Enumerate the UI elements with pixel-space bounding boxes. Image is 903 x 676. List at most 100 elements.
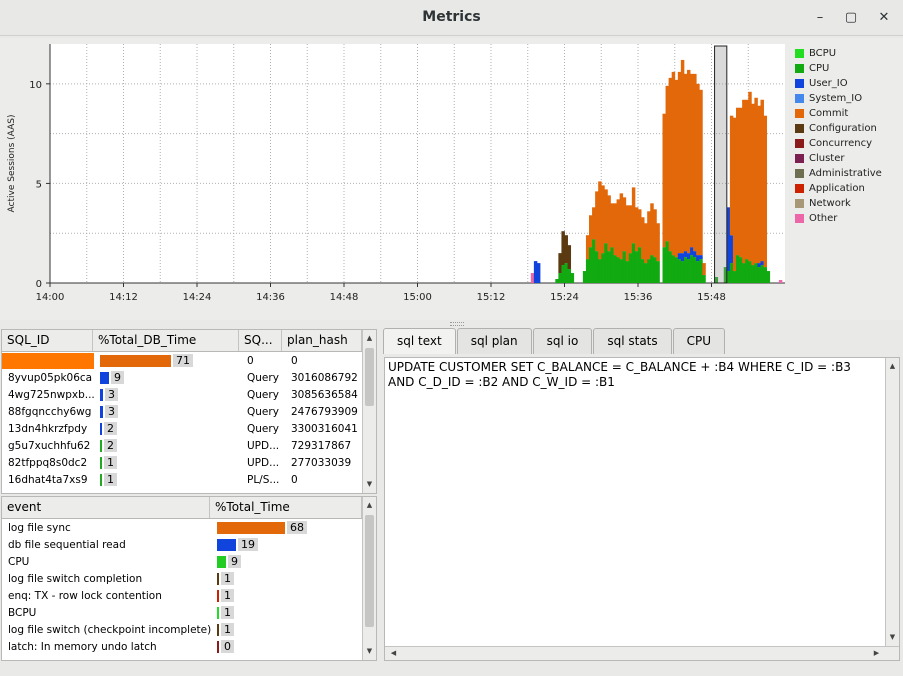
event-table-body: log file sync 68 db file sequential read 19… — [2, 519, 376, 655]
tab-sql-io[interactable]: sql io — [532, 328, 593, 354]
tab-sql-text[interactable]: sql text — [383, 328, 456, 354]
pct-label: 19 — [238, 538, 258, 551]
sql-id-cell: 16dhat4ta7xs9 — [8, 473, 88, 486]
table-row[interactable]: enq: TX - row lock contention 1 — [2, 587, 376, 604]
column-total-time[interactable]: %Total_Time — [210, 497, 362, 518]
scroll-left-icon[interactable]: ◀ — [387, 647, 400, 660]
bar-segment-commit — [622, 197, 627, 252]
column-plan-hash[interactable]: plan_hash — [282, 330, 362, 351]
bar-segment-cpu — [616, 257, 621, 283]
plan-hash-cell: 3300316041 — [291, 422, 358, 435]
table-row[interactable]: latch: In memory undo latch 0 — [2, 638, 376, 655]
legend-swatch — [795, 169, 804, 178]
event-table-scrollbar[interactable]: ▲ ▼ — [362, 497, 376, 660]
legend-swatch — [795, 154, 804, 163]
tab-cpu[interactable]: CPU — [672, 328, 726, 354]
table-row[interactable]: 88fgqncchy6wg 3 Query 2476793909 — [2, 403, 376, 420]
pct-label: 3 — [105, 388, 118, 401]
bar-segment-commit — [631, 187, 636, 244]
chart-canvas[interactable]: 0 5 10 14:00 14:12 14:24 14:36 14:48 15:00 15:12 1… — [0, 38, 790, 320]
table-row[interactable]: 8yvup05pk06ca 9 Query 3016086792 — [2, 369, 376, 386]
tab-sql-stats[interactable]: sql stats — [593, 328, 672, 354]
legend-swatch — [795, 79, 804, 88]
bar-segment-commit — [610, 203, 614, 248]
title-bar: Metrics – ▢ ✕ — [0, 0, 903, 36]
sql-text-pane[interactable]: UPDATE CUSTOMER SET C_BALANCE = C_BALANC… — [384, 357, 900, 661]
bar-segment-cpu — [567, 269, 572, 283]
legend-label: CPU — [809, 63, 830, 74]
scroll-down-icon[interactable]: ▼ — [363, 645, 376, 658]
column-sql-id[interactable]: SQL_ID — [2, 330, 93, 351]
window-title: Metrics — [422, 9, 481, 25]
sql-type-cell: PL/S... — [247, 473, 280, 486]
scroll-up-icon[interactable]: ▲ — [363, 499, 376, 512]
bar-segment-cpu — [674, 257, 679, 283]
legend-item: Commit — [795, 106, 882, 121]
scroll-thumb[interactable] — [365, 348, 374, 406]
table-row[interactable]: 82tfppq8s0dc2 1 UPD... 277033039 — [2, 454, 376, 471]
scroll-thumb[interactable] — [365, 515, 374, 627]
active-sessions-chart[interactable]: 0 5 10 14:00 14:12 14:24 14:36 14:48 15:00 15:12 1… — [0, 38, 903, 320]
scroll-up-icon[interactable]: ▲ — [886, 360, 899, 373]
sql-text-hscroll[interactable]: ◀ ▶ — [385, 646, 899, 660]
column-sql-type[interactable]: SQ... — [239, 330, 282, 351]
table-row[interactable]: BCPU 1 — [2, 604, 376, 621]
horizontal-splitter[interactable] — [450, 322, 464, 326]
table-row[interactable]: 71 0 0 — [2, 352, 376, 369]
scroll-up-icon[interactable]: ▲ — [363, 332, 376, 345]
table-row[interactable]: log file switch completion 1 — [2, 570, 376, 587]
x-tick-label: 15:36 — [624, 292, 653, 303]
y-tick-label: 10 — [29, 80, 42, 91]
x-tick-label: 15:48 — [697, 292, 726, 303]
table-row[interactable]: db file sequential read 19 — [2, 536, 376, 553]
table-row[interactable]: g5u7xuchhfu62 2 UPD... 729317867 — [2, 437, 376, 454]
bar-segment-cpu — [589, 247, 593, 283]
sql-text-content[interactable]: UPDATE CUSTOMER SET C_BALANCE = C_BALANC… — [385, 358, 875, 392]
legend-item: User_IO — [795, 76, 882, 91]
bar-segment-cpu — [726, 271, 731, 283]
bar-segment-commit — [690, 73, 694, 248]
tab-sql-plan[interactable]: sql plan — [456, 328, 532, 354]
legend-swatch — [795, 184, 804, 193]
close-icon[interactable]: ✕ — [874, 8, 894, 28]
legend-swatch — [795, 109, 804, 118]
bar-segment-commit — [595, 191, 599, 252]
bar-segment-commit — [680, 59, 685, 254]
bar-segment-commit — [729, 115, 734, 236]
pct-bar — [100, 406, 103, 418]
scroll-down-icon[interactable]: ▼ — [886, 631, 899, 644]
selection-window[interactable] — [714, 45, 728, 284]
legend-label: Administrative — [809, 168, 882, 179]
event-name-cell: BCPU — [8, 606, 37, 619]
plan-hash-cell: 0 — [291, 473, 298, 486]
plan-hash-cell: 3085636584 — [291, 388, 358, 401]
scroll-down-icon[interactable]: ▼ — [363, 478, 376, 491]
table-row[interactable]: log file switch (checkpoint incomplete) 1 — [2, 621, 376, 638]
pct-bar — [100, 372, 109, 384]
column-total-db-time[interactable]: %Total_DB_Time — [93, 330, 239, 351]
table-row[interactable]: log file sync 68 — [2, 519, 376, 536]
pct-label: 1 — [221, 623, 234, 636]
bar-segment-commit — [677, 71, 682, 254]
bar-segment-commit — [592, 207, 596, 240]
pct-bar — [100, 355, 171, 367]
maximize-icon[interactable]: ▢ — [841, 8, 861, 28]
table-row[interactable]: 4wg725nwpxb... 3 Query 3085636584 — [2, 386, 376, 403]
legend-item: CPU — [795, 61, 882, 76]
table-row[interactable]: 13dn4hkrzfpdy 2 Query 3300316041 — [2, 420, 376, 437]
bar-segment-cpu — [729, 263, 734, 283]
sql-table-scrollbar[interactable]: ▲ ▼ — [362, 330, 376, 493]
legend-label: Concurrency — [809, 138, 873, 149]
bar-segment-commit — [656, 223, 660, 262]
bar-segment-configuration — [561, 231, 565, 266]
plan-hash-cell: 2476793909 — [291, 405, 358, 418]
sql-text-vscroll[interactable]: ▲ ▼ — [885, 358, 899, 646]
pct-cell: 1 — [211, 587, 363, 604]
minimize-icon[interactable]: – — [810, 8, 830, 28]
table-row[interactable]: 16dhat4ta7xs9 1 PL/S... 0 — [2, 471, 376, 488]
table-row[interactable]: CPU 9 — [2, 553, 376, 570]
bar-segment-user_io — [760, 261, 764, 266]
bar-segment-commit — [760, 99, 764, 262]
column-event[interactable]: event — [2, 497, 210, 518]
scroll-right-icon[interactable]: ▶ — [870, 647, 883, 660]
